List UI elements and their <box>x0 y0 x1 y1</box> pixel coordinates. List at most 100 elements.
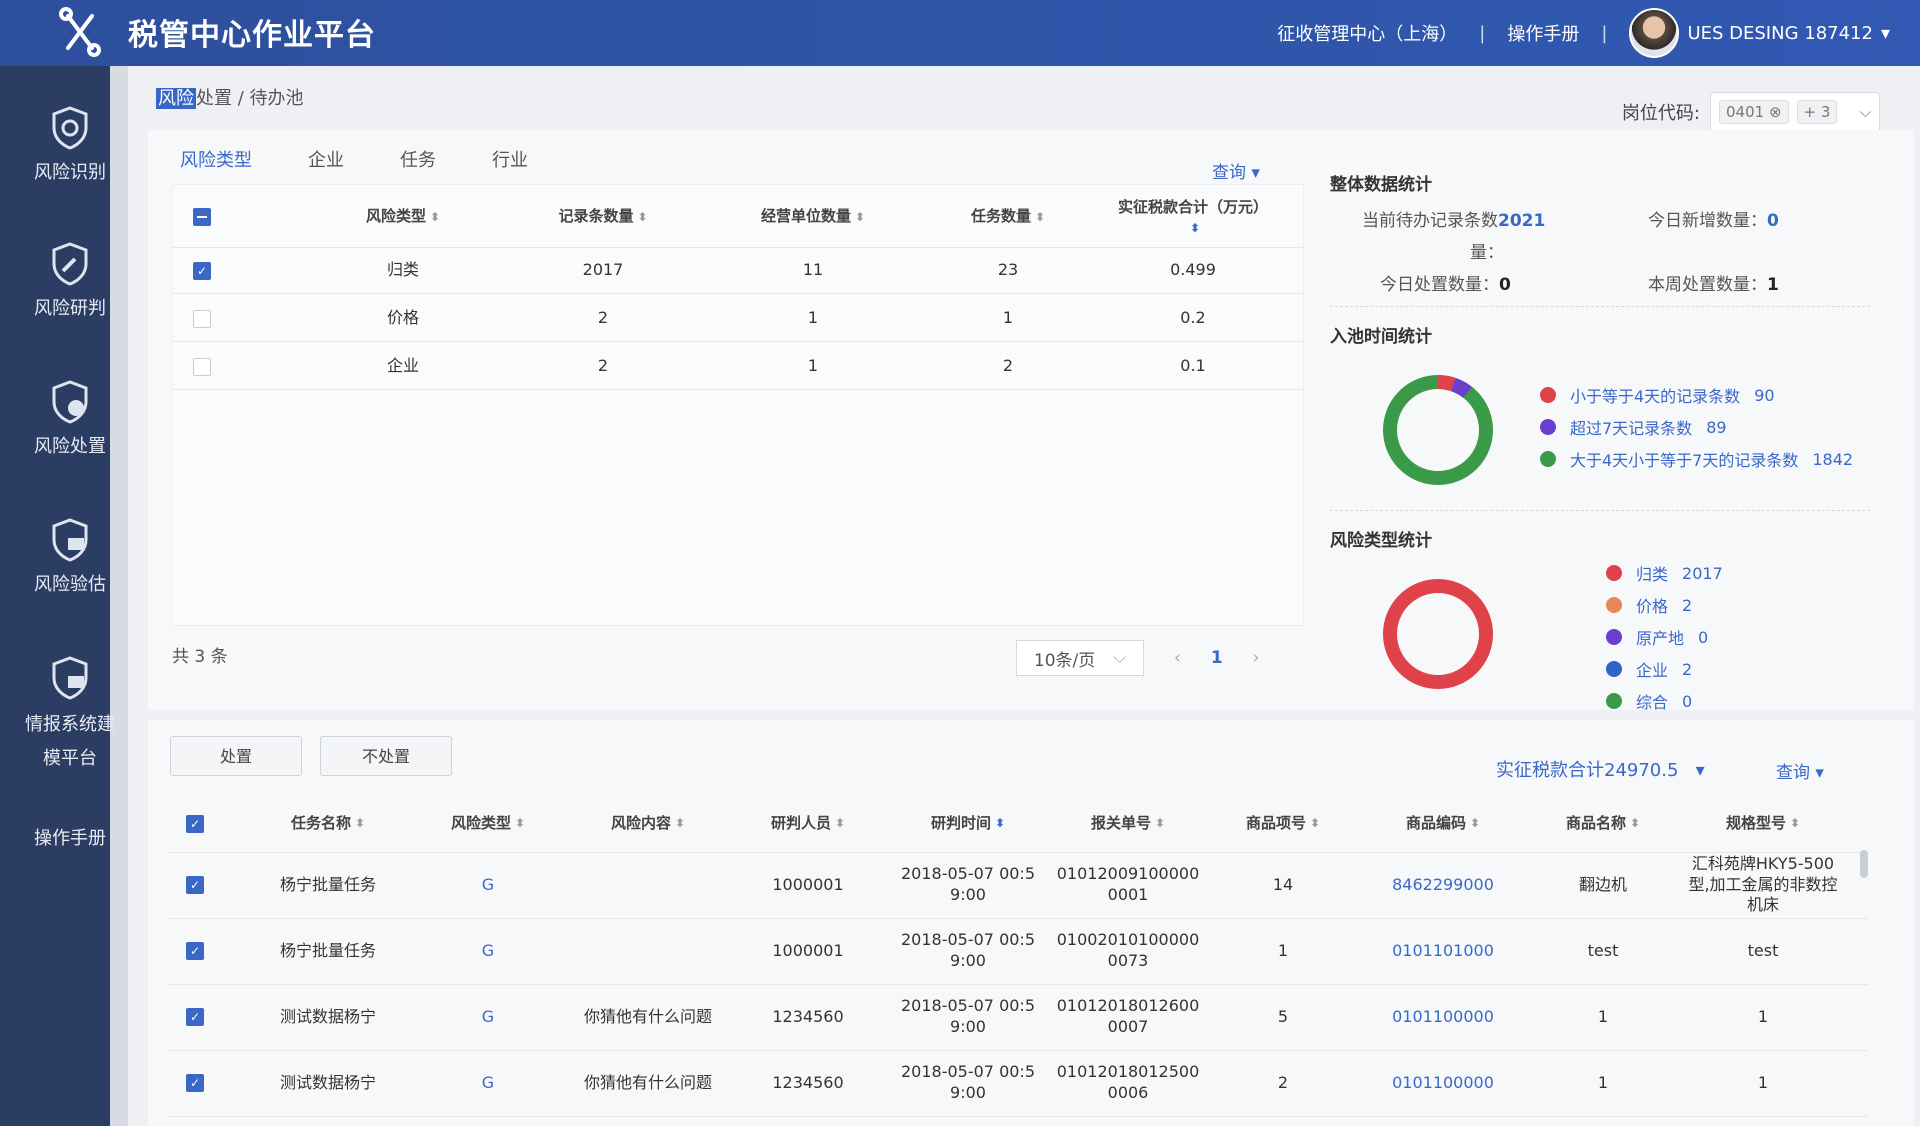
prev-page-button[interactable]: ‹ <box>1174 648 1181 668</box>
tab-risk-type[interactable]: 风险类型 <box>180 146 252 172</box>
table-row[interactable]: 企业 2 1 2 0.1 <box>173 343 1303 390</box>
donut-segment <box>1450 377 1472 398</box>
sidebar-item-intel-platform[interactable]: 情报系统建模平台 <box>0 656 140 776</box>
legend-item[interactable]: 企业 2 <box>1606 653 1723 685</box>
cell-code[interactable]: 0101100000 <box>1358 1050 1528 1116</box>
query-label: 查询 <box>1212 163 1246 183</box>
row-checkbox[interactable]: ✓ <box>186 942 204 960</box>
row-checkbox[interactable]: ✓ <box>186 1074 204 1092</box>
center-link[interactable]: 征收管理中心（上海） <box>1277 20 1457 46</box>
tab-industry[interactable]: 行业 <box>492 146 528 172</box>
column-header[interactable]: 报关单号 ⬍ <box>1048 796 1208 852</box>
sort-icon[interactable]: ⬍ <box>637 210 647 224</box>
query-dropdown[interactable]: 查询 ▾ <box>1776 758 1824 783</box>
legend-item[interactable]: 大于4天小于等于7天的记录条数 1842 <box>1540 443 1853 475</box>
task-table-header: ✓ 任务名称 ⬍ 风险类型 ⬍ 风险内容 ⬍ 研判人员 ⬍ 研判时间 ⬍ 报关单号 ⬍ 商品… <box>168 796 1868 853</box>
table-row[interactable]: ✓ 归类 2017 11 23 0.499 <box>173 247 1303 294</box>
risk-type-donut-chart <box>1383 579 1493 689</box>
sort-icon[interactable]: ⬍ <box>1310 816 1320 832</box>
page-number[interactable]: 1 <box>1211 648 1223 668</box>
cell-code[interactable]: 0101100000 <box>1358 984 1528 1050</box>
user-menu[interactable]: UES DESING 187412 ▾ <box>1629 8 1890 58</box>
breadcrumb-part[interactable]: 风险 <box>156 88 196 109</box>
sidebar-item-risk-judge[interactable]: 风险研判 <box>0 242 140 320</box>
column-header[interactable]: 商品名称 ⬍ <box>1528 796 1678 852</box>
sidebar-item-risk-evaluate[interactable]: 风险验估 <box>0 518 140 596</box>
query-dropdown[interactable]: 查询 ▾ <box>1212 158 1260 183</box>
sidebar-item-risk-identify[interactable]: 风险识别 <box>0 106 140 184</box>
not-handle-button[interactable]: 不处置 <box>320 736 452 776</box>
cell-person: 1000001 <box>772 874 844 894</box>
table-row[interactable]: ✓ 杨宁批量任务 G 1000001 2018-05-07 00:59:00 010020… <box>168 918 1868 985</box>
tax-sum-dropdown[interactable]: 实征税款合计24970.5 ▾ <box>1496 756 1705 782</box>
column-header[interactable]: 风险类型 ⬍ <box>303 185 503 247</box>
column-header[interactable]: 商品项号 ⬍ <box>1208 796 1358 852</box>
legend-item[interactable]: 价格 2 <box>1606 589 1723 621</box>
sort-icon[interactable]: ⬍ <box>430 210 440 224</box>
sort-icon[interactable]: ⬍ <box>1190 221 1200 235</box>
legend-item[interactable]: 小于等于4天的记录条数 90 <box>1540 379 1853 411</box>
column-header[interactable]: 规格型号 ⬍ <box>1678 796 1848 852</box>
table-row[interactable]: ✓ 测试数据杨宁 G 你猜他有什么问题 1234560 2018-05-07 00:59:… <box>168 984 1868 1051</box>
cell-type: 价格 <box>386 308 419 327</box>
sort-icon[interactable]: ⬍ <box>675 816 685 832</box>
donut-segment <box>1383 375 1493 485</box>
handle-button[interactable]: 处置 <box>170 736 302 776</box>
cell-code[interactable]: 8462299000 <box>1358 852 1528 918</box>
table-row[interactable]: ✓ 测试数据杨宁 G 你猜他有什么问题 1234560 2018-05-07 00:59:… <box>168 1050 1868 1117</box>
column-header[interactable]: 商品编码 ⬍ <box>1358 796 1528 852</box>
cell-spec: test <box>1747 940 1779 960</box>
page-size-select[interactable]: 10条/页 ⌵ <box>1016 640 1144 676</box>
cell-code[interactable]: 0101101000 <box>1358 918 1528 984</box>
sort-icon[interactable]: ⬍ <box>835 816 845 832</box>
legend-dot <box>1606 661 1622 677</box>
column-header[interactable]: 风险类型 ⬍ <box>408 796 568 852</box>
column-header[interactable]: 风险内容 ⬍ <box>568 796 728 852</box>
select-all-checkbox[interactable]: ✓ <box>186 815 204 833</box>
sort-icon[interactable]: ⬍ <box>995 816 1005 832</box>
sort-icon[interactable]: ⬍ <box>1630 816 1640 832</box>
tab-bar: 风险类型 企业 任务 行业 <box>180 146 528 172</box>
sort-icon[interactable]: ⬍ <box>1470 816 1480 832</box>
sort-icon[interactable]: ⬍ <box>1155 816 1165 832</box>
table-row[interactable]: ✓ 杨宁批量任务 G 1000001 2018-05-07 00:59:00 010120… <box>168 852 1868 919</box>
column-header[interactable]: 记录条数量 ⬍ <box>503 185 703 247</box>
column-header[interactable]: 任务名称 ⬍ <box>248 796 408 852</box>
column-header[interactable]: 研判时间 ⬍ <box>888 796 1048 852</box>
column-header[interactable]: 经营单位数量 ⬍ <box>703 185 923 247</box>
column-header[interactable]: 实征税款合计（万元） ⬍ <box>1093 185 1293 247</box>
query-label: 查询 <box>1776 763 1810 783</box>
stat-value: 1 <box>1767 275 1779 295</box>
tab-task[interactable]: 任务 <box>400 146 436 172</box>
table-scrollbar[interactable] <box>1860 850 1868 878</box>
column-header[interactable]: 任务数量 ⬍ <box>923 185 1093 247</box>
close-icon[interactable]: ⊗ <box>1769 103 1782 121</box>
column-header[interactable]: 研判人员 ⬍ <box>728 796 888 852</box>
cell-decl: 010020101000000073 <box>1056 930 1200 970</box>
legend-item[interactable]: 归类 2017 <box>1606 557 1723 589</box>
legend-label: 大于4天小于等于7天的记录条数 <box>1570 451 1799 470</box>
tab-enterprise[interactable]: 企业 <box>308 146 344 172</box>
sidebar-item-manual[interactable]: 操作手册 <box>0 824 140 850</box>
legend-label: 归类 <box>1636 565 1669 584</box>
sort-icon[interactable]: ⬍ <box>1790 816 1800 832</box>
row-checkbox[interactable]: ✓ <box>186 1008 204 1026</box>
legend-item[interactable]: 综合 0 <box>1606 685 1723 717</box>
post-code-select[interactable]: 0401 ⊗ + 3 ⌵ <box>1710 92 1880 132</box>
sort-icon[interactable]: ⬍ <box>355 816 365 832</box>
sort-icon[interactable]: ⬍ <box>855 210 865 224</box>
table-row[interactable]: 价格 2 1 1 0.2 <box>173 295 1303 342</box>
next-page-button[interactable]: › <box>1253 648 1260 668</box>
legend-item[interactable]: 超过7天记录条数 89 <box>1540 411 1853 443</box>
sort-icon[interactable]: ⬍ <box>515 816 525 832</box>
row-checkbox[interactable] <box>193 309 211 328</box>
sidebar-item-risk-handle[interactable]: 风险处置 <box>0 380 140 458</box>
legend-item[interactable]: 原产地 0 <box>1606 621 1723 653</box>
select-all-checkbox[interactable] <box>193 207 211 226</box>
row-checkbox[interactable]: ✓ <box>193 261 211 280</box>
sort-icon[interactable]: ⬍ <box>1035 210 1045 224</box>
manual-link[interactable]: 操作手册 <box>1507 20 1579 46</box>
row-checkbox[interactable]: ✓ <box>186 876 204 894</box>
row-checkbox[interactable] <box>193 357 211 376</box>
breadcrumb-part[interactable]: 处置 <box>196 88 232 109</box>
